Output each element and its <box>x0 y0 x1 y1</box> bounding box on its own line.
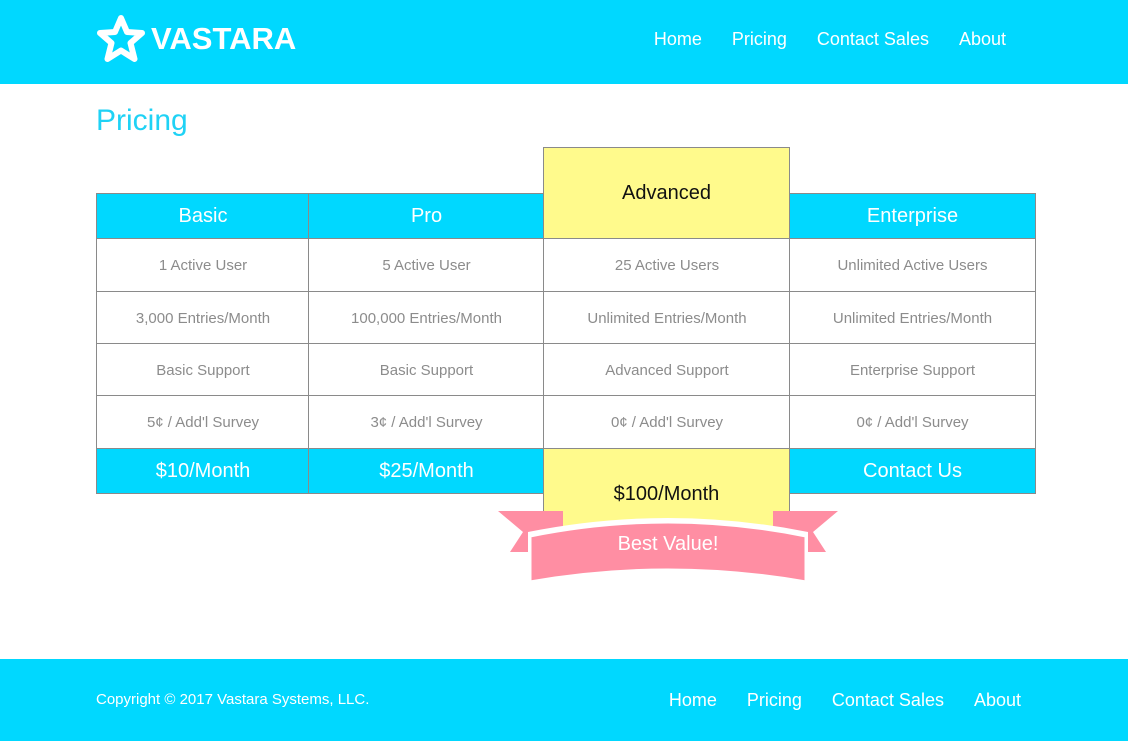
feature-cell: 0¢ / Add'l Survey <box>789 395 1036 449</box>
feature-cell: Unlimited Entries/Month <box>789 291 1036 344</box>
plan-name-pro: Pro <box>308 193 544 239</box>
nav-about-link[interactable]: About <box>959 28 1006 50</box>
footer-home-link[interactable]: Home <box>669 689 717 711</box>
feature-cell: 3¢ / Add'l Survey <box>308 395 544 449</box>
feature-cell: 25 Active Users <box>543 238 790 292</box>
footer-nav: Home Pricing Contact Sales About <box>669 689 1021 711</box>
nav-pricing-link[interactable]: Pricing <box>732 28 787 50</box>
feature-cell: 1 Active User <box>96 238 309 292</box>
feature-cell: Basic Support <box>308 343 544 396</box>
nav-contact-sales-link[interactable]: Contact Sales <box>817 28 929 50</box>
plan-name-enterprise: Enterprise <box>789 193 1036 239</box>
price-pro[interactable]: $25/Month <box>308 448 544 494</box>
feature-cell: Unlimited Entries/Month <box>543 291 790 344</box>
feature-cell: 3,000 Entries/Month <box>96 291 309 344</box>
price-basic[interactable]: $10/Month <box>96 448 309 494</box>
feature-cell: 0¢ / Add'l Survey <box>543 395 790 449</box>
copyright-text: Copyright © 2017 Vastara Systems, LLC. <box>96 691 370 708</box>
site-header: VASTARA Home Pricing Contact Sales About <box>0 0 1128 84</box>
nav-home-link[interactable]: Home <box>654 28 702 50</box>
feature-cell: 5 Active User <box>308 238 544 292</box>
plan-name-advanced: Advanced <box>543 147 790 239</box>
feature-cell: Basic Support <box>96 343 309 396</box>
feature-cell: 5¢ / Add'l Survey <box>96 395 309 449</box>
logo[interactable]: VASTARA <box>96 14 296 64</box>
star-icon <box>97 15 145 62</box>
best-value-label: Best Value! <box>617 533 719 555</box>
plan-name-basic: Basic <box>96 193 309 239</box>
brand-name: VASTARA <box>151 21 297 56</box>
feature-cell: Enterprise Support <box>789 343 1036 396</box>
footer-pricing-link[interactable]: Pricing <box>747 689 802 711</box>
footer-about-link[interactable]: About <box>974 689 1021 711</box>
feature-cell: Unlimited Active Users <box>789 238 1036 292</box>
page-title: Pricing <box>96 104 188 137</box>
feature-cell: 100,000 Entries/Month <box>308 291 544 344</box>
contact-us-button[interactable]: Contact Us <box>789 448 1036 494</box>
feature-cell: Advanced Support <box>543 343 790 396</box>
site-footer: Copyright © 2017 Vastara Systems, LLC. H… <box>0 659 1128 741</box>
footer-contact-sales-link[interactable]: Contact Sales <box>832 689 944 711</box>
header-nav: Home Pricing Contact Sales About <box>654 28 1006 50</box>
